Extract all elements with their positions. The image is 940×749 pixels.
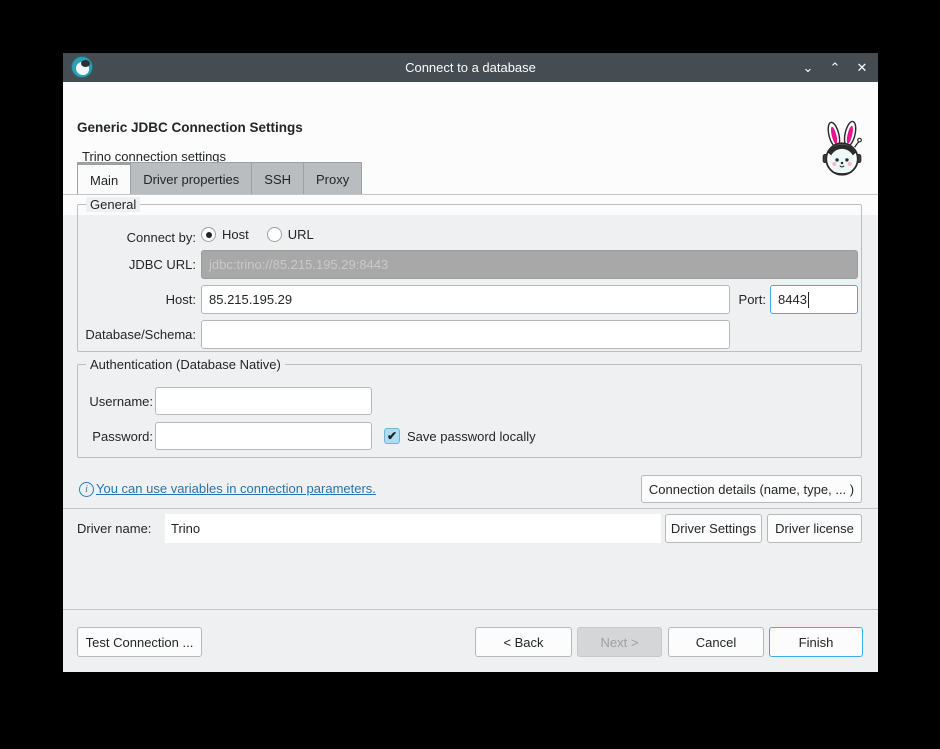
radio-host[interactable]: Host (201, 227, 249, 242)
driver-name-value: Trino (165, 514, 661, 543)
divider-driver (63, 508, 878, 509)
driver-settings-button[interactable]: Driver Settings (665, 514, 762, 543)
trino-rabbit-logo (815, 120, 869, 180)
radio-url-label: URL (288, 227, 314, 242)
radio-host-control[interactable] (201, 227, 216, 242)
tab-divider (63, 194, 878, 195)
maximize-icon[interactable]: ⌃ (827, 53, 843, 82)
jdbc-url-field: jdbc:trino://85.215.195.29:8443 (201, 250, 858, 279)
host-label: Host: (81, 292, 196, 307)
general-group-legend: General (86, 197, 140, 212)
next-button: Next > (577, 627, 662, 657)
window-title: Connect to a database (63, 60, 878, 75)
save-password-option[interactable]: ✔ Save password locally (384, 428, 536, 444)
connect-dialog: Connect to a database ⌄ ⌃ ✕ Generic JDBC… (63, 53, 878, 672)
connection-details-button[interactable]: Connection details (name, type, ... ) (641, 475, 862, 503)
minimize-icon[interactable]: ⌄ (800, 53, 816, 82)
tab-bar: Main Driver properties SSH Proxy (77, 162, 362, 195)
variables-link[interactable]: You can use variables in connection para… (96, 481, 376, 496)
back-button[interactable]: < Back (475, 627, 572, 657)
finish-button[interactable]: Finish (769, 627, 863, 657)
divider-footer (63, 609, 878, 610)
password-input[interactable] (155, 422, 372, 450)
driver-name-label: Driver name: (77, 521, 151, 536)
save-password-label: Save password locally (407, 429, 536, 444)
connect-by-radios: Host URL (201, 227, 314, 242)
jdbc-url-label: JDBC URL: (81, 257, 196, 272)
auth-group-legend: Authentication (Database Native) (86, 357, 285, 372)
tab-driver-properties[interactable]: Driver properties (131, 162, 252, 195)
host-input[interactable] (201, 285, 730, 314)
database-label: Database/Schema: (81, 327, 196, 342)
connect-by-label: Connect by: (81, 230, 196, 245)
test-connection-button[interactable]: Test Connection ... (77, 627, 202, 657)
cancel-button[interactable]: Cancel (668, 627, 764, 657)
tab-main[interactable]: Main (77, 162, 131, 195)
page-title: Generic JDBC Connection Settings (77, 120, 303, 135)
port-label: Port: (736, 292, 766, 307)
username-input[interactable] (155, 387, 372, 415)
titlebar: Connect to a database ⌄ ⌃ ✕ (63, 53, 878, 82)
close-icon[interactable]: ✕ (854, 53, 870, 82)
driver-license-button[interactable]: Driver license (767, 514, 862, 543)
text-caret (808, 292, 809, 308)
window-controls: ⌄ ⌃ ✕ (800, 53, 870, 82)
radio-url-control[interactable] (267, 227, 282, 242)
port-input[interactable]: 8443 (770, 285, 858, 314)
save-password-checkbox[interactable]: ✔ (384, 428, 400, 444)
database-input[interactable] (201, 320, 730, 349)
tab-proxy[interactable]: Proxy (304, 162, 362, 195)
password-label: Password: (81, 429, 153, 444)
dialog-header: Generic JDBC Connection Settings Trino c… (63, 82, 878, 215)
radio-host-label: Host (222, 227, 249, 242)
port-value: 8443 (778, 292, 807, 307)
tab-ssh[interactable]: SSH (252, 162, 304, 195)
username-label: Username: (81, 394, 153, 409)
radio-url[interactable]: URL (267, 227, 314, 242)
info-icon: i (79, 482, 94, 497)
